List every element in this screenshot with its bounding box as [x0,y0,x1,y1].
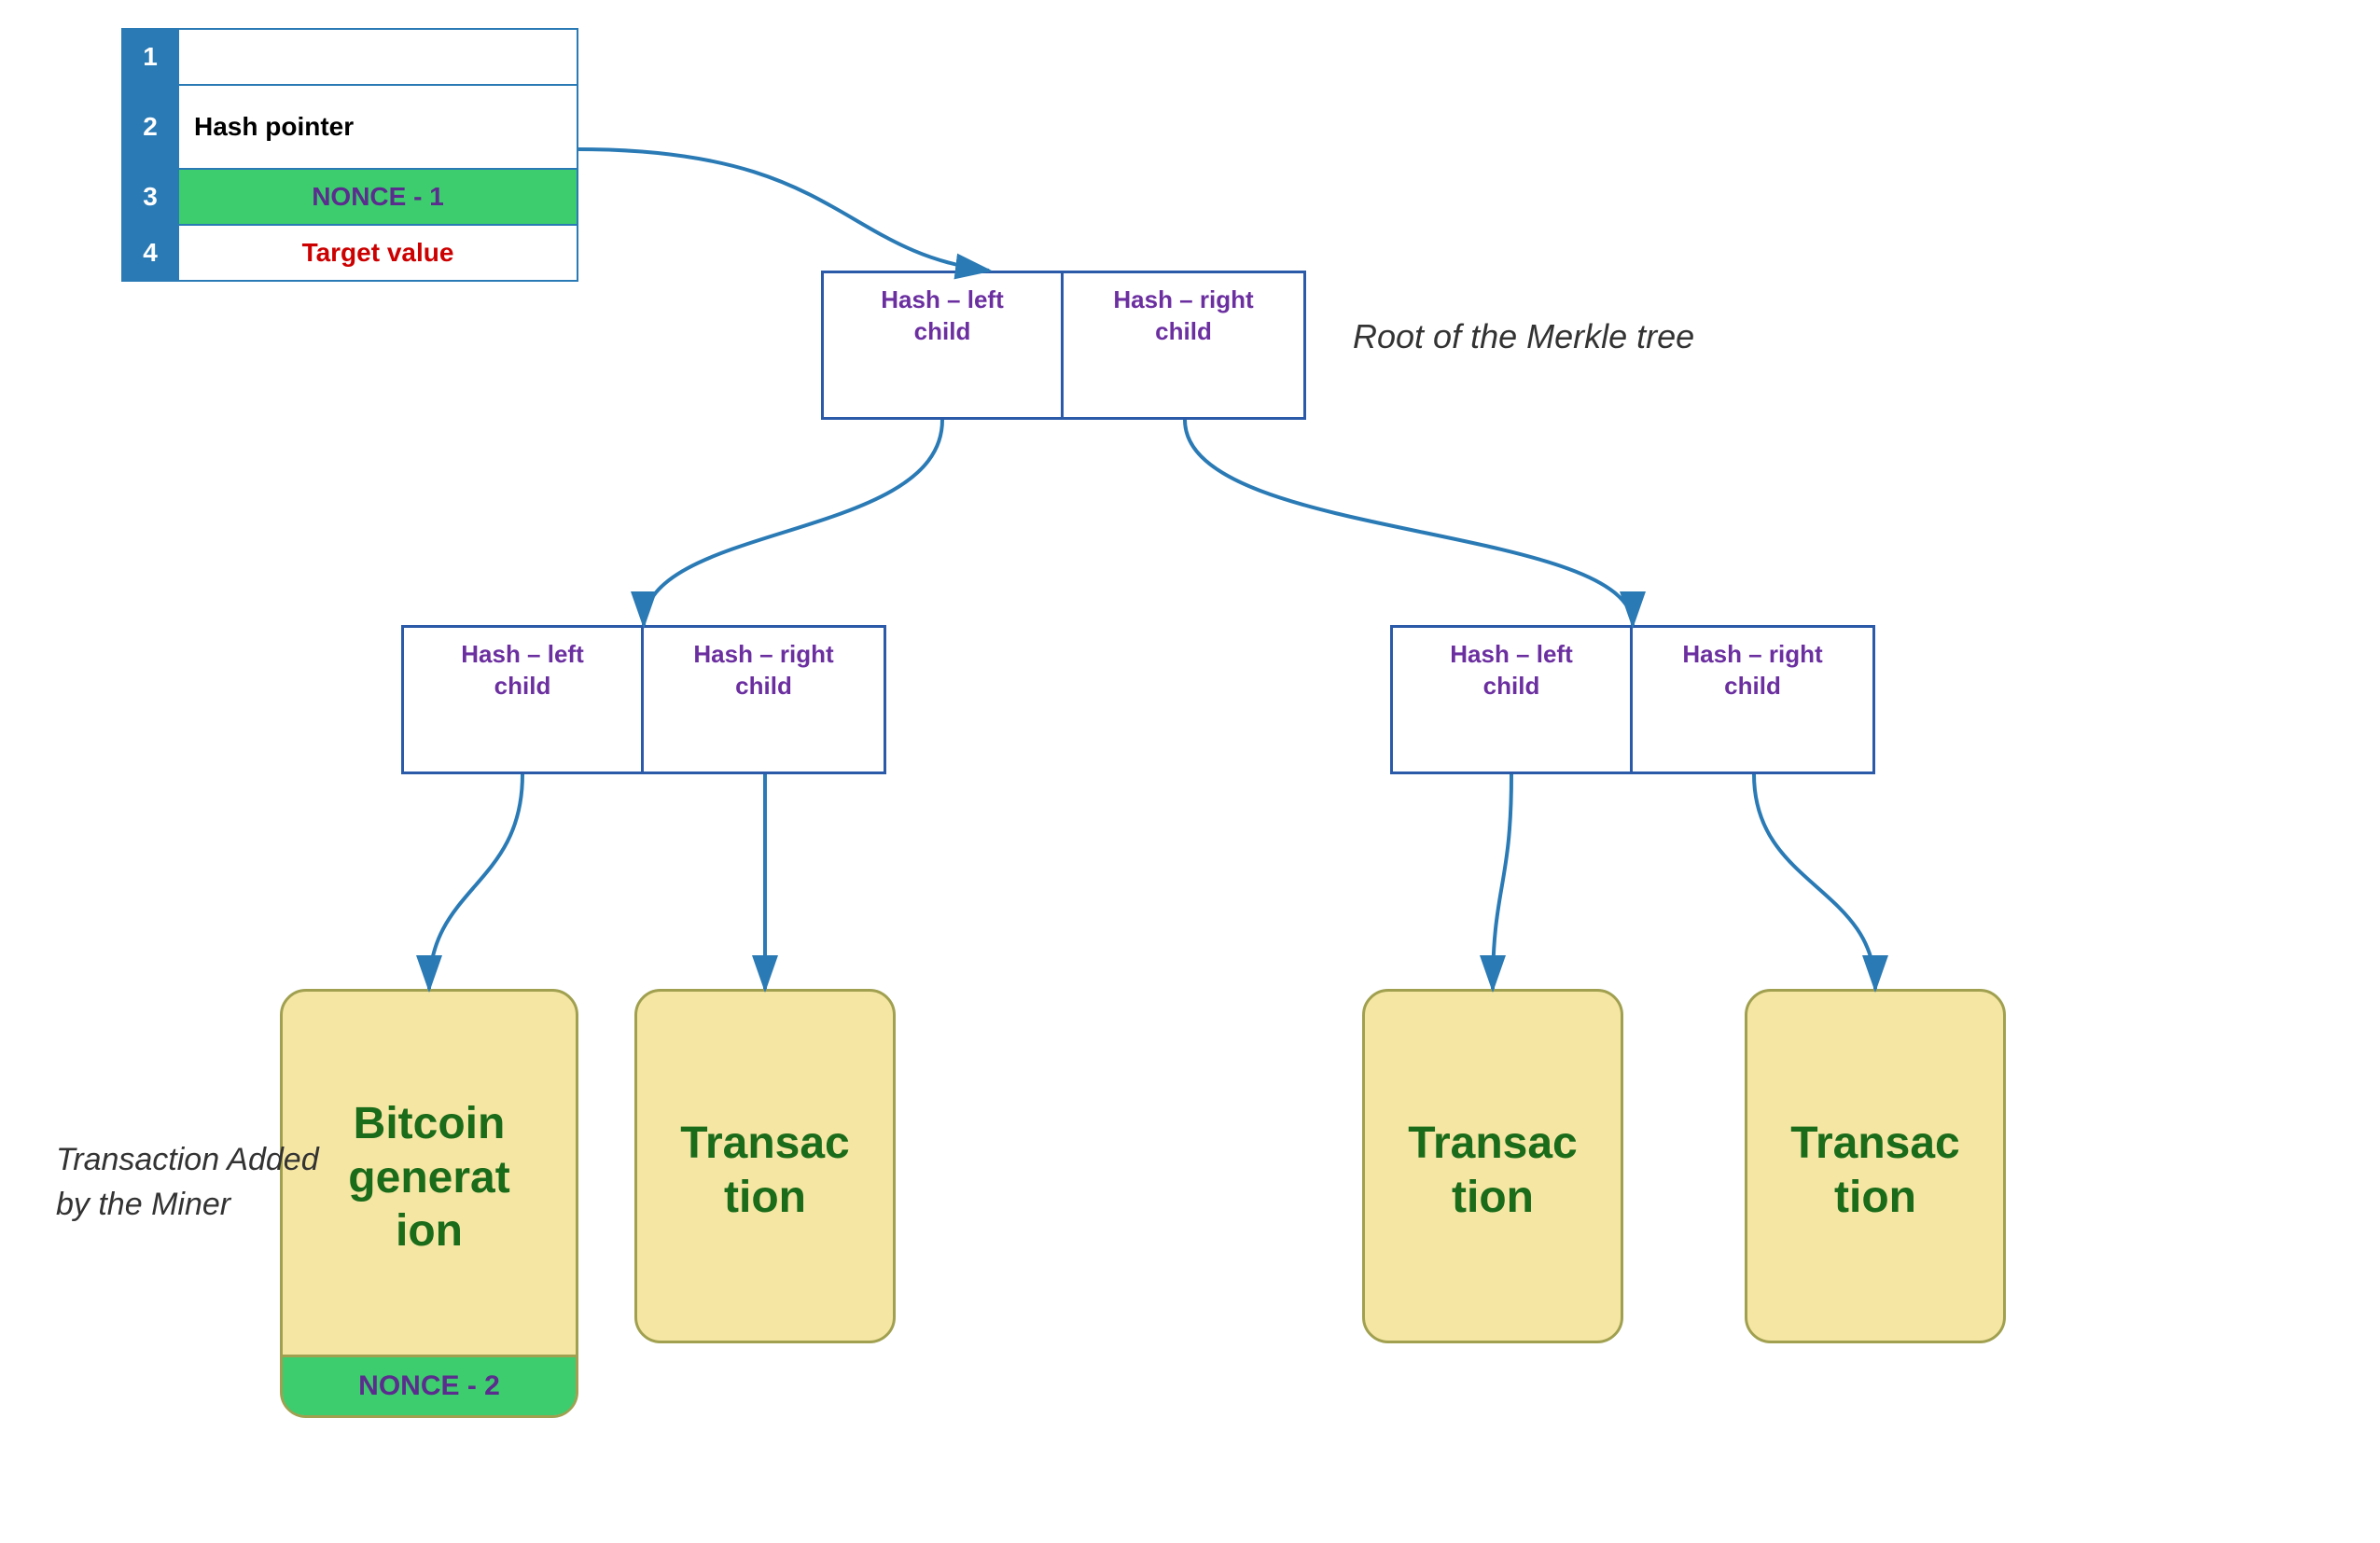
level2-left-left-cell: Hash – leftchild [404,628,644,772]
root-label: Root of the Merkle tree [1353,317,1694,356]
tx-label-3: Transaction [1389,992,1595,1341]
row-num-3: 3 [122,169,178,225]
tx-node-2: Transaction [634,989,896,1343]
tx-nonce-2: NONCE - 2 [283,1355,576,1415]
target-value-label: Target value [178,225,578,281]
tx-label-4: Transaction [1772,992,1978,1341]
nonce-1-label: NONCE - 1 [178,169,578,225]
tx-node-3: Transaction [1362,989,1623,1343]
row-num-1: 1 [122,29,178,85]
level2-left-node: Hash – leftchild Hash – rightchild [401,625,886,774]
row-num-4: 4 [122,225,178,281]
tx-added-label: Transaction Addedby the Miner [56,1138,319,1227]
level2-right-node: Hash – leftchild Hash – rightchild [1390,625,1875,774]
level2-right-right-cell: Hash – rightchild [1633,628,1872,772]
tx-label-bitcoin-gen: Bitcoingeneration [329,992,528,1355]
tx-label-2: Transaction [661,992,868,1341]
level2-left-right-cell: Hash – rightchild [644,628,884,772]
root-left-cell: Hash – leftchild [824,273,1064,417]
tx-node-4: Transaction [1745,989,2006,1343]
level2-right-left-cell: Hash – leftchild [1393,628,1633,772]
row-content-1 [178,29,578,85]
block-header-table: 1 2 Hash pointer 3 NONCE - 1 4 Target va… [121,28,578,282]
root-node: Hash – leftchild Hash – rightchild [821,271,1306,420]
row-num-2: 2 [122,85,178,169]
hash-pointer-label: Hash pointer [178,85,578,169]
tx-node-bitcoin-gen: Bitcoingeneration NONCE - 2 [280,989,578,1418]
root-right-cell: Hash – rightchild [1064,273,1303,417]
